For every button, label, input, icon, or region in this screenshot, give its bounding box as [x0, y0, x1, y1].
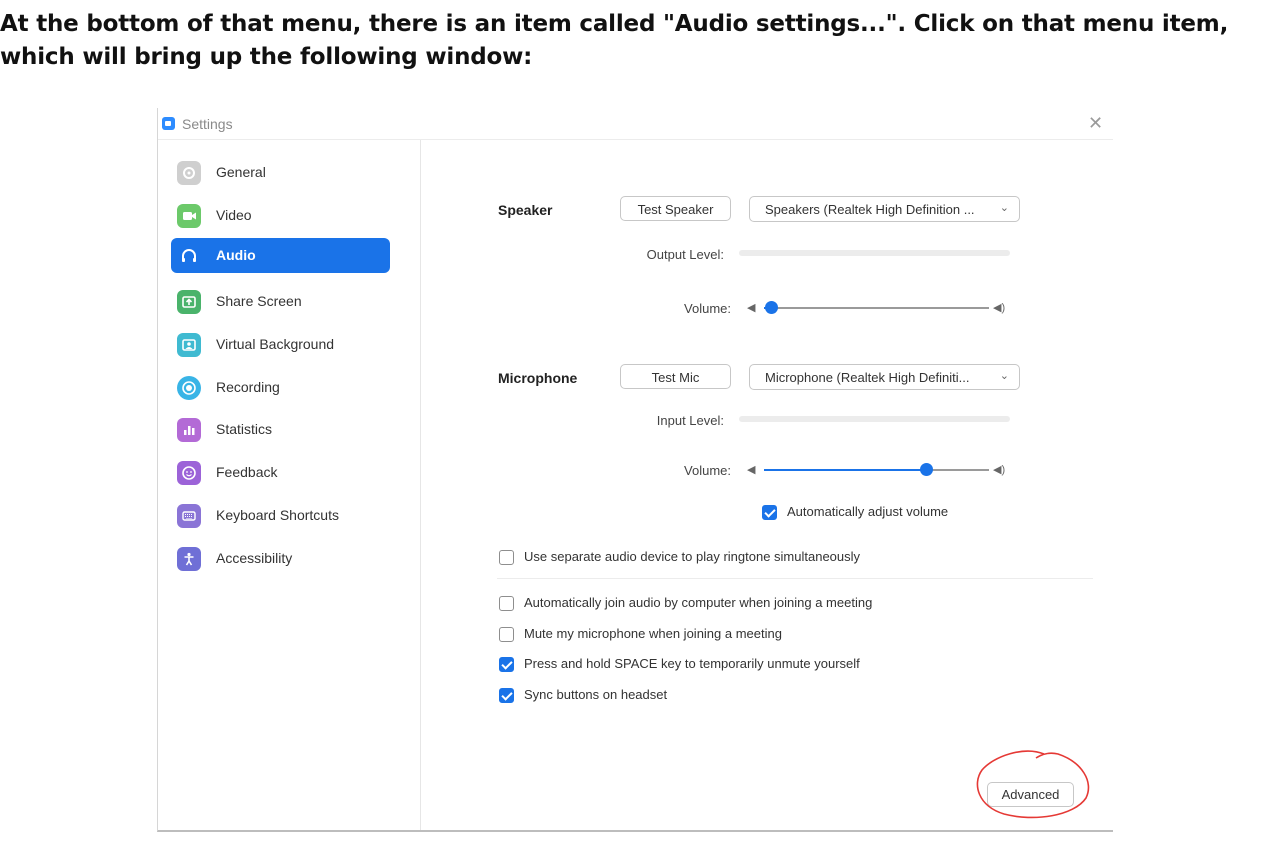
sidebar-item-label: Keyboard Shortcuts [216, 507, 339, 523]
speaker-device-select[interactable]: Speakers (Realtek High Definition ... ⌄ [749, 196, 1020, 222]
sidebar-item-general[interactable]: General [171, 155, 390, 190]
auto-join-audio-checkbox[interactable] [499, 596, 514, 611]
instruction-line-2: which will bring up the following window… [0, 44, 533, 70]
window-title: Settings [182, 116, 233, 132]
output-level-meter [739, 250, 1010, 256]
audio-settings-panel: Speaker Test Speaker Speakers (Realtek H… [421, 140, 1113, 830]
zoom-app-icon [162, 117, 175, 130]
mute-on-join-label: Mute my microphone when joining a meetin… [524, 626, 782, 641]
volume-low-icon: ◀ [747, 302, 756, 314]
section-divider [497, 578, 1093, 579]
microphone-volume-label: Volume: [684, 463, 731, 478]
microphone-volume-thumb[interactable] [920, 463, 933, 476]
instruction-line-1: At the bottom of that menu, there is an … [0, 11, 1229, 37]
close-icon[interactable]: ✕ [1088, 113, 1103, 134]
volume-low-icon: ◀ [747, 464, 756, 476]
output-level-label: Output Level: [646, 247, 724, 262]
sidebar-item-share-screen[interactable]: Share Screen [171, 284, 390, 319]
sidebar-item-label: Feedback [216, 464, 278, 480]
headphones-icon [177, 244, 201, 268]
speaker-volume-slider[interactable] [764, 301, 989, 314]
sidebar-item-keyboard-shortcuts[interactable]: Keyboard Shortcuts [171, 498, 390, 533]
sidebar-item-feedback[interactable]: Feedback [171, 455, 390, 490]
chevron-down-icon: ⌄ [999, 370, 1009, 382]
sidebar-item-label: Virtual Background [216, 336, 335, 352]
share-screen-icon [177, 290, 201, 314]
settings-sidebar: General Video Audio Share Screen Virtual… [158, 140, 421, 830]
speaker-label: Speaker [498, 202, 553, 218]
volume-high-icon: ◀) [993, 464, 1006, 476]
virtual-background-icon [177, 333, 201, 357]
sidebar-item-video[interactable]: Video [171, 198, 390, 233]
sidebar-item-audio[interactable]: Audio [171, 238, 390, 273]
sidebar-item-label: Statistics [216, 421, 273, 437]
video-camera-icon [177, 204, 201, 228]
title-bar: Settings ✕ [158, 108, 1113, 140]
sidebar-item-label: Video [216, 207, 252, 223]
space-unmute-checkbox[interactable] [499, 657, 514, 672]
test-speaker-button[interactable]: Test Speaker [620, 196, 731, 221]
sidebar-item-label: General [216, 164, 266, 180]
keyboard-icon [177, 504, 201, 528]
recording-icon [177, 376, 201, 400]
settings-window: Settings ✕ General Video Audio Share Scr… [157, 108, 1113, 832]
sidebar-item-label: Accessibility [216, 550, 293, 566]
microphone-volume-fill [764, 469, 926, 471]
input-level-label: Input Level: [656, 413, 724, 428]
space-unmute-label: Press and hold SPACE key to temporarily … [524, 656, 860, 671]
statistics-icon [177, 418, 201, 442]
feedback-icon [177, 461, 201, 485]
sidebar-item-recording[interactable]: Recording [171, 370, 390, 405]
sync-headset-label: Sync buttons on headset [524, 687, 668, 702]
microphone-label: Microphone [498, 370, 578, 386]
sidebar-item-label: Audio [216, 247, 256, 263]
microphone-device-value: Microphone (Realtek High Definiti... [765, 370, 970, 385]
sidebar-item-label: Recording [216, 379, 280, 395]
separate-device-checkbox[interactable] [499, 550, 514, 565]
chevron-down-icon: ⌄ [999, 202, 1009, 214]
speaker-volume-label: Volume: [684, 301, 731, 316]
input-level-meter [739, 416, 1010, 422]
sync-headset-checkbox[interactable] [499, 688, 514, 703]
sidebar-item-virtual-background[interactable]: Virtual Background [171, 327, 390, 362]
mute-on-join-checkbox[interactable] [499, 627, 514, 642]
auto-join-audio-label: Automatically join audio by computer whe… [524, 595, 873, 610]
sidebar-item-accessibility[interactable]: Accessibility [171, 541, 390, 576]
auto-adjust-volume-label: Automatically adjust volume [787, 504, 949, 519]
accessibility-icon [177, 547, 201, 571]
auto-adjust-volume-checkbox[interactable] [762, 505, 777, 520]
microphone-device-select[interactable]: Microphone (Realtek High Definiti... ⌄ [749, 364, 1020, 390]
test-mic-button[interactable]: Test Mic [620, 364, 731, 389]
speaker-volume-thumb[interactable] [764, 301, 778, 314]
instruction-text: At the bottom of that menu, there is an … [0, 8, 1267, 74]
advanced-button[interactable]: Advanced [987, 782, 1074, 807]
microphone-volume-slider[interactable] [764, 463, 989, 476]
volume-high-icon: ◀) [993, 302, 1006, 314]
gear-icon [177, 161, 201, 185]
sidebar-item-label: Share Screen [216, 293, 302, 309]
sidebar-item-statistics[interactable]: Statistics [171, 412, 390, 447]
separate-device-label: Use separate audio device to play ringto… [524, 549, 861, 564]
speaker-device-value: Speakers (Realtek High Definition ... [765, 202, 975, 217]
